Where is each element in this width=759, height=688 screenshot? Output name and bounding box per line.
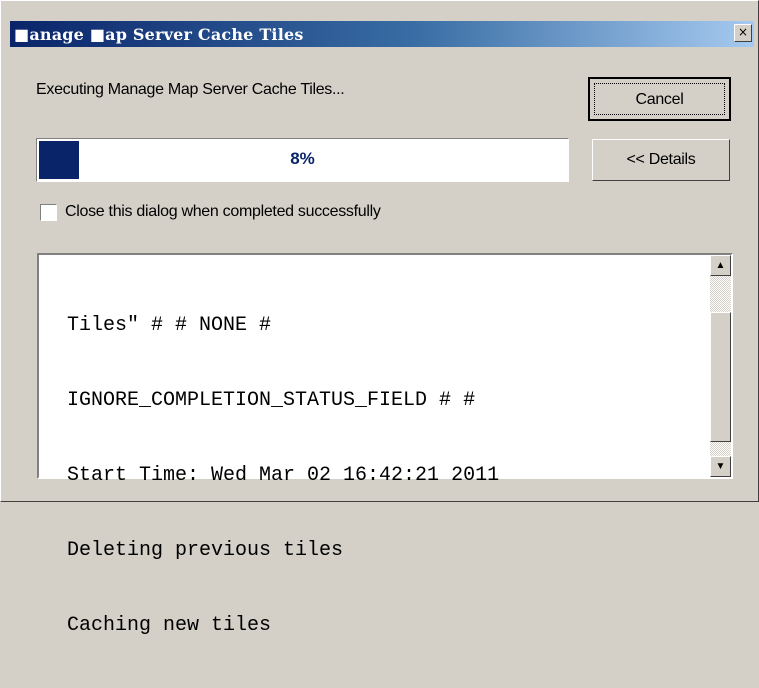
- window-title: ■anage ■ap Server Cache Tiles: [14, 25, 304, 44]
- scroll-up-icon[interactable]: ▲: [710, 255, 731, 276]
- cancel-button[interactable]: Cancel: [588, 77, 731, 121]
- log-line: Caching new tiles: [67, 614, 272, 637]
- progress-bar: 8%: [36, 138, 569, 182]
- log-line: Tiles" # # NONE #: [67, 314, 272, 337]
- close-when-done-label[interactable]: Close this dialog when completed success…: [65, 203, 381, 221]
- cancel-button-label: Cancel: [594, 83, 725, 115]
- status-text: Executing Manage Map Server Cache Tiles.…: [36, 81, 345, 98]
- details-button[interactable]: << Details: [592, 139, 730, 181]
- title-bar[interactable]: ■anage ■ap Server Cache Tiles ×: [10, 21, 754, 47]
- close-icon[interactable]: ×: [734, 24, 752, 42]
- dialog-window: ■anage ■ap Server Cache Tiles × Executin…: [0, 0, 759, 637]
- scroll-thumb[interactable]: [710, 312, 731, 442]
- log-text: Tiles" # # NONE # IGNORE_COMPLETION_STAT…: [67, 263, 499, 688]
- log-output[interactable]: Tiles" # # NONE # IGNORE_COMPLETION_STAT…: [37, 253, 733, 637]
- vertical-scrollbar[interactable]: ▲ ▼: [710, 255, 731, 477]
- log-line: Deleting previous tiles: [67, 539, 344, 562]
- scroll-down-icon[interactable]: ▼: [710, 456, 731, 477]
- progress-label: 8%: [290, 149, 315, 168]
- log-line: IGNORE_COMPLETION_STATUS_FIELD # #: [67, 389, 476, 412]
- log-line: Start Time: Wed Mar 02 16:42:21 2011: [67, 464, 500, 487]
- close-when-done-checkbox[interactable]: [40, 204, 57, 221]
